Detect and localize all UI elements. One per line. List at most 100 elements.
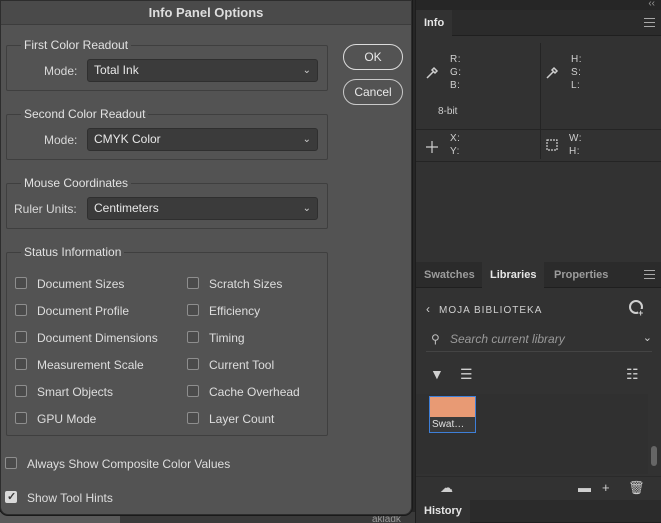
cloud-icon[interactable]: ☁ (440, 480, 453, 496)
status-checkbox-label: Document Profile (37, 304, 130, 318)
size-w-label: W: (569, 133, 583, 144)
status-checkbox-label: GPU Mode (37, 412, 97, 426)
library-content: Swat… (416, 394, 648, 474)
chevron-left-icon[interactable]: ‹ (426, 302, 431, 316)
divider (416, 129, 661, 130)
second-mode-label: Mode: (44, 133, 78, 147)
status-checkbox-label: Current Tool (209, 358, 275, 372)
status-checkbox-label: Scratch Sizes (209, 277, 283, 291)
tab-swatches[interactable]: Swatches (416, 262, 483, 288)
second-color-readout-title: Second Color Readout (21, 107, 149, 121)
checkbox[interactable] (15, 304, 27, 316)
collapse-panels-icon[interactable]: ‹‹ (648, 0, 655, 9)
show-tool-hints-label: Show Tool Hints (27, 491, 113, 505)
status-checkbox-label: Timing (209, 331, 245, 345)
eyedropper-icon[interactable] (424, 65, 440, 81)
add-icon[interactable]: + (602, 480, 610, 495)
rgb-g-label: G: (450, 67, 462, 78)
first-mode-label: Mode: (44, 64, 78, 78)
checkbox[interactable] (15, 331, 27, 343)
checkbox[interactable] (5, 457, 17, 469)
sort-icon[interactable]: ☰ (460, 366, 473, 383)
tab-properties[interactable]: Properties (546, 262, 616, 288)
second-mode-value: CMYK Color (94, 132, 161, 146)
always-show-composite-label: Always Show Composite Color Values (27, 457, 231, 471)
hsl-l-label: L: (571, 80, 581, 91)
panel-dock-strip: ‹‹ (416, 0, 661, 10)
background-text-fragment: akladk (372, 514, 401, 523)
ruler-units-value: Centimeters (94, 201, 159, 215)
status-information-title: Status Information (21, 245, 125, 259)
info-panel: ‹‹ Info R: G: B: 8-bit H: S: L: X: Y: W:… (415, 0, 661, 262)
history-tabbar: History (416, 500, 661, 523)
invite-person-icon[interactable] (629, 300, 647, 318)
cancel-button[interactable]: Cancel (343, 79, 403, 105)
checkbox[interactable] (187, 385, 199, 397)
coord-y-label: Y: (450, 146, 460, 157)
info-body: R: G: B: 8-bit H: S: L: X: Y: W: H: (416, 37, 661, 262)
coord-x-label: X: (450, 133, 461, 144)
checkbox[interactable] (15, 385, 27, 397)
checkbox[interactable] (187, 277, 199, 289)
checkbox[interactable] (187, 358, 199, 370)
dialog-title: Info Panel Options (1, 1, 411, 25)
library-search[interactable]: ⚲ Search current library ⌄ (426, 328, 652, 352)
chevron-down-icon[interactable]: ⌄ (643, 331, 652, 344)
status-checkbox-label: Layer Count (209, 412, 275, 426)
library-breadcrumb[interactable]: ‹ MOJA BIBLIOTEKA (426, 302, 542, 316)
checkbox[interactable] (187, 304, 199, 316)
checkbox[interactable] (187, 412, 199, 424)
eyedropper-icon[interactable] (544, 65, 560, 81)
checkbox[interactable] (15, 277, 27, 289)
info-tabbar: Info (416, 10, 661, 36)
ruler-units-label: Ruler Units: (14, 202, 77, 216)
list-view-icon[interactable]: ☷ (626, 366, 639, 383)
trash-icon[interactable]: 🗑 (628, 480, 645, 496)
swatch-name: Swat… (432, 419, 465, 430)
scrollbar-thumb[interactable] (651, 446, 657, 466)
status-checkbox-label: Measurement Scale (37, 358, 144, 372)
folder-icon[interactable]: ▬ (578, 480, 591, 495)
mouse-coordinates-title: Mouse Coordinates (21, 176, 132, 190)
status-checkbox-label: Document Dimensions (37, 331, 158, 345)
panel-menu-icon[interactable] (644, 18, 655, 27)
library-toolbar: ▼ ☰ ☷ (416, 362, 661, 390)
status-checkbox-label: Cache Overhead (209, 385, 300, 399)
status-checkbox-label: Smart Objects (37, 385, 114, 399)
ruler-units-select[interactable]: Centimeters ⌄ (87, 197, 318, 220)
filter-icon[interactable]: ▼ (430, 366, 444, 382)
checkbox[interactable] (187, 331, 199, 343)
status-checkbox-label: Efficiency (209, 304, 261, 318)
tab-info[interactable]: Info (416, 10, 453, 36)
rgb-r-label: R: (450, 54, 461, 65)
search-icon: ⚲ (431, 332, 440, 346)
divider (540, 43, 541, 129)
second-mode-select[interactable]: CMYK Color ⌄ (87, 128, 318, 151)
panel-menu-icon[interactable] (644, 270, 655, 279)
status-checkbox-label: Document Sizes (37, 277, 125, 291)
search-input[interactable]: Search current library (450, 332, 565, 346)
tab-libraries[interactable]: Libraries (482, 262, 545, 288)
selection-size-icon (546, 139, 558, 151)
ok-button[interactable]: OK (343, 44, 403, 70)
libraries-tabbar: Swatches Libraries Properties (416, 262, 661, 288)
info-panel-options-dialog: Info Panel Options First Color Readout M… (0, 0, 412, 515)
crosshair-icon (426, 141, 438, 153)
chevron-down-icon: ⌄ (302, 65, 311, 76)
chevron-down-icon: ⌄ (302, 203, 311, 214)
checkbox[interactable] (15, 358, 27, 370)
first-mode-select[interactable]: Total Ink ⌄ (87, 59, 318, 82)
checkbox[interactable] (5, 490, 17, 504)
first-mode-value: Total Ink (94, 63, 139, 77)
size-h-label: H: (569, 146, 580, 157)
chevron-down-icon: ⌄ (302, 134, 311, 145)
hsl-h-label: H: (571, 54, 582, 65)
library-footer: ☁ ▬ + 🗑 (416, 476, 661, 500)
swatch-item[interactable]: Swat… (429, 396, 476, 433)
checkbox[interactable] (15, 412, 27, 424)
history-panel: History (415, 500, 661, 523)
divider (416, 161, 661, 162)
rgb-b-label: B: (450, 80, 461, 91)
library-name: MOJA BIBLIOTEKA (439, 305, 543, 316)
tab-history[interactable]: History (416, 500, 470, 523)
